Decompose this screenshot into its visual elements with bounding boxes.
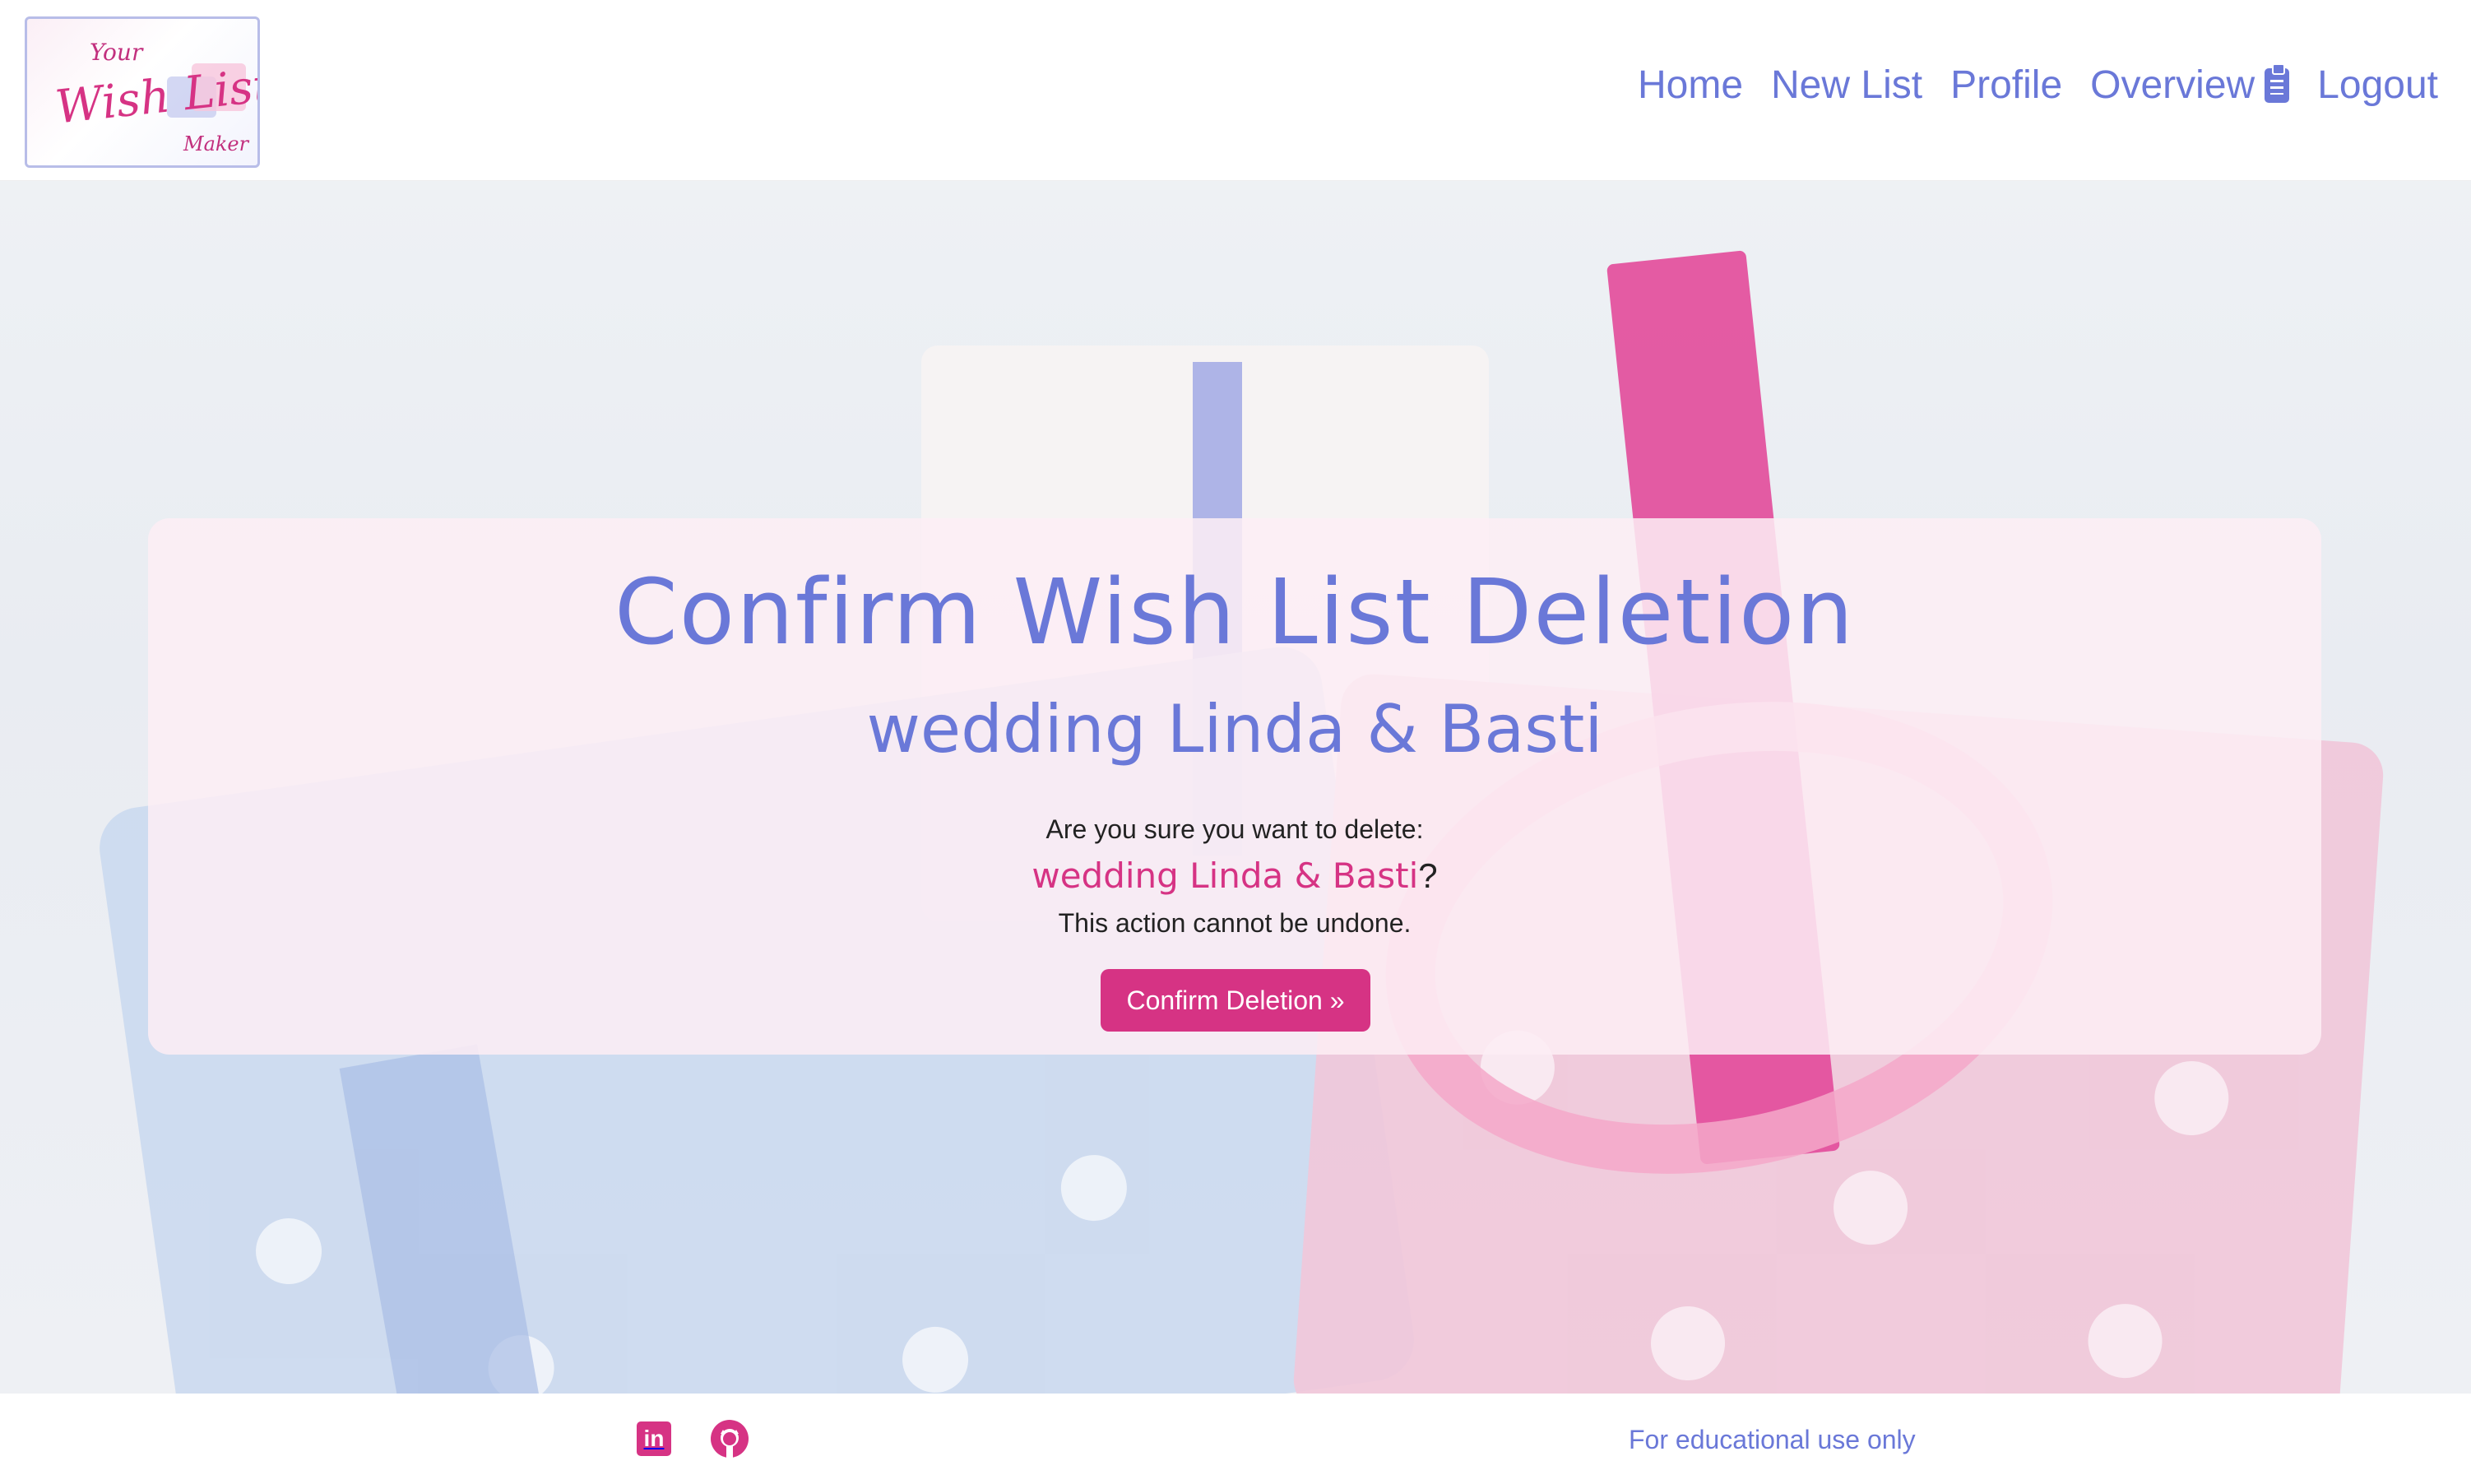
gift-dot [1831, 1168, 1911, 1248]
gift-dot [251, 1213, 327, 1289]
undo-warning: This action cannot be undone. [1058, 908, 1412, 938]
wish-list-title: wedding Linda & Basti [866, 691, 1603, 768]
gift-dot [1648, 1303, 1728, 1384]
educational-notice: For educational use only [1629, 1425, 1916, 1454]
navbar: Your Wish List Maker Home New List Profi… [0, 0, 2471, 181]
confirm-question: Are you sure you want to delete: [1045, 814, 1424, 844]
gift-dot [1056, 1150, 1132, 1226]
logo-main-text: Wish List [53, 58, 260, 135]
main-nav: Home New List Profile Overview Logout [1638, 63, 2438, 108]
confirm-deletion-button[interactable]: Confirm Deletion » [1101, 969, 1370, 1032]
nav-profile-link[interactable]: Profile [1950, 63, 2062, 108]
github-icon[interactable] [709, 1418, 750, 1459]
gift-dot [897, 1322, 973, 1394]
gift-dot [2152, 1058, 2232, 1139]
nav-overview-link[interactable]: Overview [2090, 63, 2290, 108]
hero-section: Confirm Wish List Deletion wedding Linda… [0, 181, 2471, 1394]
footer: in For educational use only [0, 1394, 2471, 1484]
linkedin-icon[interactable]: in [637, 1421, 671, 1456]
nav-logout-link[interactable]: Logout [2317, 63, 2438, 108]
nav-home-link[interactable]: Home [1638, 63, 1743, 108]
delete-confirmation-panel: Confirm Wish List Deletion wedding Linda… [148, 518, 2321, 1055]
clipboard-list-icon [2265, 63, 2290, 103]
nav-new-list-link[interactable]: New List [1771, 63, 1922, 108]
logo-maker-text: Maker [183, 132, 249, 155]
question-mark: ? [1418, 856, 1438, 895]
github-logo [711, 1420, 749, 1458]
site-logo[interactable]: Your Wish List Maker [25, 16, 260, 168]
gift-dot [2085, 1301, 2165, 1381]
nav-overview-label: Overview [2090, 63, 2255, 107]
logo-small-text: Your [90, 39, 143, 66]
linkedin-glyph: in [643, 1426, 665, 1451]
wish-list-name-line: wedding Linda & Basti? [148, 856, 2321, 896]
page-title: Confirm Wish List Deletion [614, 559, 1855, 665]
wish-list-name: wedding Linda & Basti [1032, 856, 1419, 896]
